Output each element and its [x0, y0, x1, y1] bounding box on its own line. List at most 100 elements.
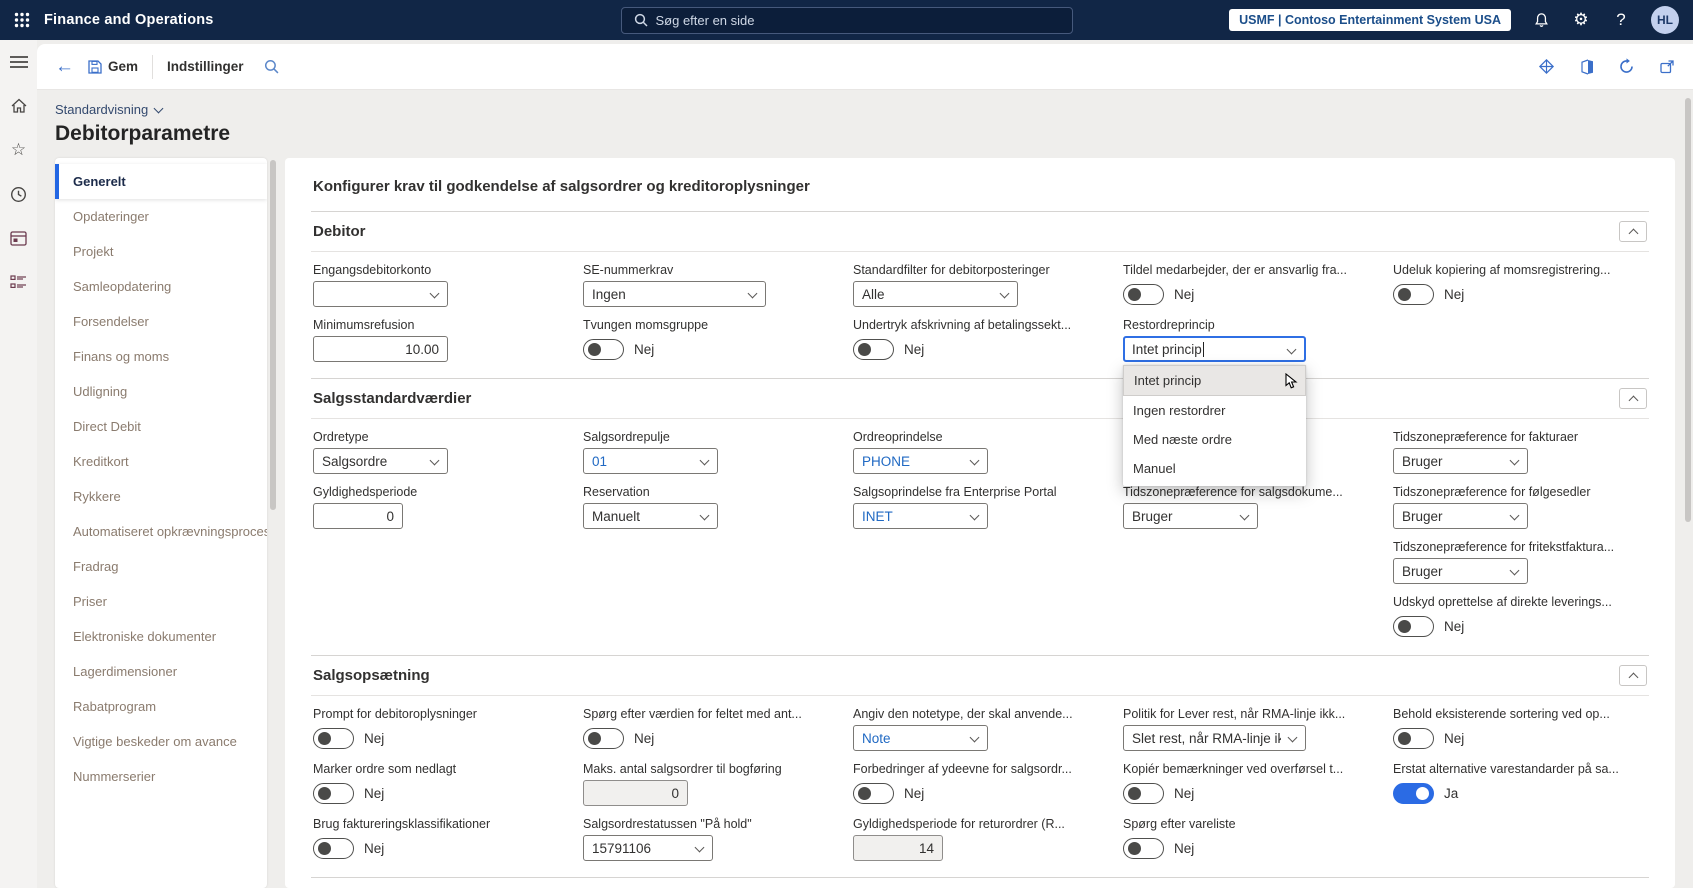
- dropdown-option-manuel[interactable]: Manuel: [1123, 454, 1306, 483]
- field-tvungen-momsgruppe: Tvungen momsgruppe Nej: [583, 318, 837, 362]
- sidebar-item-forsendelser[interactable]: Forsendelser: [55, 304, 267, 339]
- brug-faktureringsklassifikationer-toggle[interactable]: [313, 837, 354, 859]
- se-nummerkrav-combobox[interactable]: Ingen: [583, 281, 766, 307]
- settings-menu-button[interactable]: Indstillinger: [167, 59, 244, 74]
- office-integration-icon[interactable]: [1579, 58, 1594, 75]
- maks-antal-salgsordrer-input[interactable]: 0: [583, 780, 688, 806]
- sporg-efter-vareliste-toggle[interactable]: [1123, 837, 1164, 859]
- field-tidszone-salgsdokumenter: Tidszonepræference for salgsdokume... Br…: [1123, 485, 1377, 529]
- forbedringer-ydeevne-toggle[interactable]: [853, 782, 894, 804]
- settings-gear-icon[interactable]: ⚙: [1571, 10, 1591, 30]
- restordreprincip-dropdown-list: Intet princip Ingen restordrer Med næste…: [1123, 365, 1306, 486]
- help-icon[interactable]: ?: [1611, 10, 1631, 30]
- sidebar-item-udligning[interactable]: Udligning: [55, 374, 267, 409]
- sidebar-item-generelt[interactable]: Generelt: [55, 164, 267, 199]
- collapse-section-button[interactable]: [1619, 221, 1647, 242]
- sidebar-item-projekt[interactable]: Projekt: [55, 234, 267, 269]
- tvungen-momsgruppe-toggle[interactable]: [583, 338, 624, 360]
- chevron-down-icon: [969, 510, 980, 521]
- gyldighedsperiode-returordrer-input[interactable]: 14: [853, 835, 943, 861]
- tidszone-folgesedler-combobox[interactable]: Bruger: [1393, 503, 1528, 529]
- sidebar-item-finans-og-moms[interactable]: Finans og moms: [55, 339, 267, 374]
- notetype-combobox[interactable]: Note: [853, 725, 988, 751]
- sidebar-item-lagerdimensioner[interactable]: Lagerdimensioner: [55, 654, 267, 689]
- sidebar-item-direct-debit[interactable]: Direct Debit: [55, 409, 267, 444]
- salgsoprindelse-ep-combobox[interactable]: INET: [853, 503, 988, 529]
- open-in-new-window-icon[interactable]: [1659, 59, 1675, 75]
- collapse-section-button[interactable]: [1619, 388, 1647, 409]
- sidebar-item-automatiseret-opkraevningsproces[interactable]: Automatiseret opkrævningsproces: [55, 514, 267, 549]
- dropdown-option-intet-princip[interactable]: Intet princip: [1123, 365, 1306, 396]
- actions-search-icon[interactable]: [264, 59, 279, 74]
- data-validation-icon[interactable]: [1538, 58, 1555, 75]
- back-arrow-icon[interactable]: ←: [55, 57, 74, 76]
- sidebar-item-fradrag[interactable]: Fradrag: [55, 549, 267, 584]
- reservation-combobox[interactable]: Manuelt: [583, 503, 718, 529]
- salgsordrepulje-combobox[interactable]: 01: [583, 448, 718, 474]
- prompt-debitoroplysninger-toggle[interactable]: [313, 727, 354, 749]
- recent-clock-icon[interactable]: [9, 184, 29, 204]
- undertryk-afskrivning-toggle[interactable]: [853, 338, 894, 360]
- environment-badge[interactable]: USMF | Contoso Entertainment System USA: [1229, 9, 1511, 31]
- global-search-input[interactable]: Søg efter en side: [620, 6, 1073, 34]
- sidebar-item-kreditkort[interactable]: Kreditkort: [55, 444, 267, 479]
- minimumsrefusion-input[interactable]: 10.00: [313, 336, 448, 362]
- marker-ordre-nedlagt-toggle[interactable]: [313, 782, 354, 804]
- refresh-icon[interactable]: [1618, 58, 1635, 75]
- home-icon[interactable]: [9, 96, 29, 116]
- sidebar-item-rykkere[interactable]: Rykkere: [55, 479, 267, 514]
- sidebar-item-vigtige-beskeder-om-avance[interactable]: Vigtige beskeder om avance: [55, 724, 267, 759]
- tildel-medarbejder-toggle[interactable]: [1123, 283, 1164, 305]
- field-maks-antal-salgsordrer: Maks. antal salgsordrer til bogføring 0: [583, 762, 837, 806]
- chevron-down-icon: [999, 288, 1010, 299]
- tab-list-scrollbar[interactable]: [269, 158, 277, 888]
- sporg-efter-vaerdien-toggle[interactable]: [583, 727, 624, 749]
- restordreprincip-combobox[interactable]: Intet princip: [1123, 336, 1306, 362]
- field-salgsordrestatus-pa-hold: Salgsordrestatussen "På hold" 15791106: [583, 817, 837, 861]
- view-selector-label: Standardvisning: [55, 102, 149, 117]
- user-avatar[interactable]: HL: [1651, 6, 1679, 34]
- ordretype-combobox[interactable]: Salgsordre: [313, 448, 448, 474]
- app-launcher-icon[interactable]: [0, 0, 44, 40]
- section-title: Salgsopsætning: [313, 667, 430, 684]
- sidebar-item-elektroniske-dokumenter[interactable]: Elektroniske dokumenter: [55, 619, 267, 654]
- udskyd-oprettelse-toggle[interactable]: [1393, 615, 1434, 637]
- sidebar-item-priser[interactable]: Priser: [55, 584, 267, 619]
- ordreoprindelse-combobox[interactable]: PHONE: [853, 448, 988, 474]
- favorites-star-icon[interactable]: ☆: [9, 140, 29, 160]
- section-salgsopsaetning: Salgsopsætning Prompt for debitoroplysni…: [311, 655, 1649, 877]
- tidszone-salgsdokumenter-combobox[interactable]: Bruger: [1123, 503, 1258, 529]
- sidebar-item-opdateringer[interactable]: Opdateringer: [55, 199, 267, 234]
- chevron-down-icon: [1239, 510, 1250, 521]
- field-restordreprincip: Restordreprincip Intet princip Intet pri…: [1123, 318, 1377, 486]
- salgsordrestatus-pa-hold-combobox[interactable]: 15791106: [583, 835, 713, 861]
- notifications-bell-icon[interactable]: [1531, 10, 1551, 30]
- chevron-down-icon: [1509, 455, 1520, 466]
- kopier-bemaerkninger-toggle[interactable]: [1123, 782, 1164, 804]
- action-bar: ← Gem Indstillinger: [37, 44, 1693, 90]
- task-list-icon[interactable]: [9, 272, 29, 292]
- sidebar-item-nummerserier[interactable]: Nummerserier: [55, 759, 267, 794]
- save-button[interactable]: Gem: [88, 59, 138, 74]
- field-undertryk-afskrivning: Undertryk afskrivning af betalingssekt..…: [853, 318, 1107, 362]
- gyldighedsperiode-input[interactable]: 0: [313, 503, 403, 529]
- udeluk-kopiering-toggle[interactable]: [1393, 283, 1434, 305]
- section-title: Debitor: [313, 223, 366, 240]
- sidebar-item-rabatprogram[interactable]: Rabatprogram: [55, 689, 267, 724]
- workspaces-icon[interactable]: [9, 228, 29, 248]
- behold-sortering-toggle[interactable]: [1393, 727, 1434, 749]
- dropdown-option-ingen-restordrer[interactable]: Ingen restordrer: [1123, 396, 1306, 425]
- sidebar-item-samleopdatering[interactable]: Samleopdatering: [55, 269, 267, 304]
- view-selector[interactable]: Standardvisning: [55, 102, 164, 117]
- erstat-varestandarder-toggle[interactable]: [1393, 782, 1434, 804]
- collapse-section-button[interactable]: [1619, 665, 1647, 686]
- politik-lever-rest-combobox[interactable]: Slet rest, når RMA-linje ikke k...: [1123, 725, 1306, 751]
- engangsdebitorkonto-combobox[interactable]: [313, 281, 448, 307]
- dropdown-option-med-naeste-ordre[interactable]: Med næste ordre: [1123, 425, 1306, 454]
- tidszone-fritekstfaktura-combobox[interactable]: Bruger: [1393, 558, 1528, 584]
- tidszone-fakturaer-combobox[interactable]: Bruger: [1393, 448, 1528, 474]
- field-forbedringer-ydeevne: Forbedringer af ydeevne for salgsordr...…: [853, 762, 1107, 806]
- standardfilter-combobox[interactable]: Alle: [853, 281, 1018, 307]
- window-scrollbar[interactable]: [1685, 98, 1691, 522]
- hamburger-menu-icon[interactable]: [9, 52, 29, 72]
